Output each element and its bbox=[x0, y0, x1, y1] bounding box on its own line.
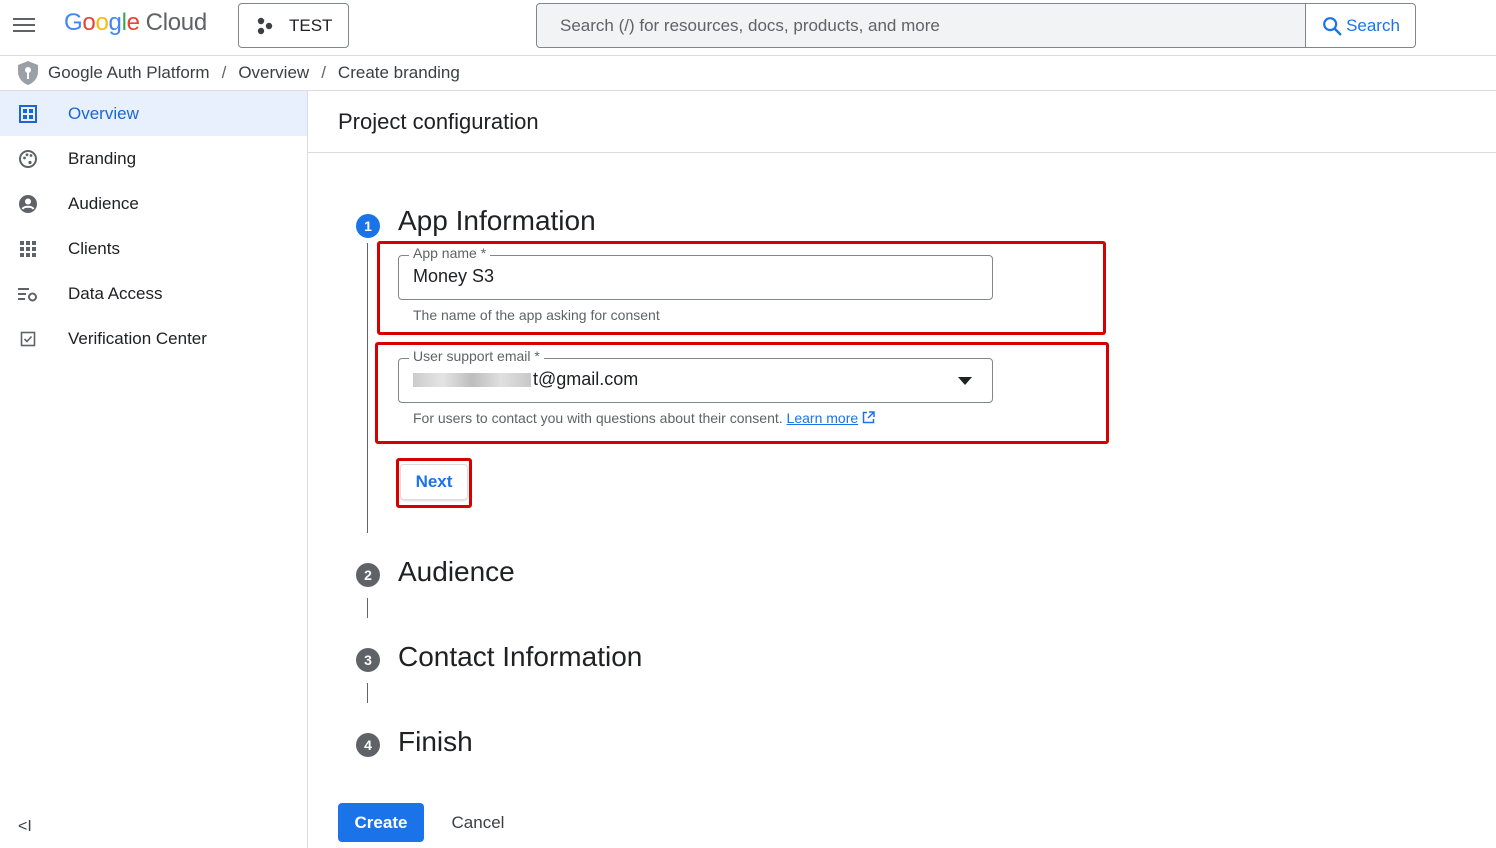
shield-key-icon bbox=[18, 61, 38, 85]
step-title-finish[interactable]: Finish bbox=[398, 726, 473, 758]
hamburger-menu-icon[interactable] bbox=[10, 14, 38, 40]
app-name-field[interactable]: App name * Money S3 bbox=[398, 245, 993, 300]
sidebar-item-label: Audience bbox=[68, 193, 139, 213]
support-email-select[interactable]: User support email * t@gmail.com bbox=[398, 348, 993, 403]
support-email-helper: For users to contact you with questions … bbox=[413, 410, 875, 426]
dashboard-icon bbox=[0, 104, 68, 123]
learn-more-link[interactable]: Learn more bbox=[787, 410, 859, 426]
sidebar-item-label: Data Access bbox=[68, 283, 163, 303]
step-connector bbox=[367, 243, 368, 533]
breadcrumb-separator: / bbox=[321, 63, 326, 82]
breadcrumb-separator: / bbox=[221, 63, 227, 82]
sidebar: Overview Branding Audience Clients Data … bbox=[0, 91, 308, 848]
search-input[interactable] bbox=[537, 4, 1305, 47]
dropdown-arrow-icon bbox=[958, 377, 972, 385]
sidebar-item-audience[interactable]: Audience bbox=[0, 181, 307, 226]
checkbox-icon bbox=[0, 331, 68, 347]
step-connector bbox=[367, 598, 368, 618]
step-number-4: 4 bbox=[356, 733, 380, 757]
create-button[interactable]: Create bbox=[338, 803, 424, 842]
collapse-sidebar-icon[interactable]: <I bbox=[18, 818, 32, 836]
breadcrumb-create-branding: Create branding bbox=[337, 63, 460, 82]
support-email-label: User support email * bbox=[409, 348, 544, 364]
step-title-app-information[interactable]: App Information bbox=[398, 205, 596, 237]
search-bar: Search bbox=[536, 3, 1416, 48]
sidebar-item-branding[interactable]: Branding bbox=[0, 136, 307, 181]
google-cloud-logo[interactable]: Google Cloud bbox=[64, 9, 207, 37]
search-button[interactable]: Search bbox=[1305, 4, 1415, 47]
step-number-1: 1 bbox=[356, 214, 380, 238]
app-name-label: App name * bbox=[409, 245, 491, 261]
sidebar-item-label: Overview bbox=[68, 103, 139, 123]
sidebar-item-label: Verification Center bbox=[68, 328, 207, 348]
top-bar: Google Cloud TEST Search bbox=[0, 0, 1496, 56]
page-title: Project configuration bbox=[308, 91, 1496, 153]
main-content: Project configuration 1 App Information … bbox=[308, 91, 1496, 848]
project-name: TEST bbox=[289, 15, 333, 35]
apps-grid-icon bbox=[0, 240, 68, 258]
search-button-label: Search bbox=[1346, 15, 1400, 35]
redacted-text bbox=[413, 373, 531, 388]
palette-icon bbox=[0, 149, 68, 169]
account-circle-icon bbox=[0, 194, 68, 214]
app-name-helper: The name of the app asking for consent bbox=[413, 307, 660, 323]
cancel-button[interactable]: Cancel bbox=[438, 803, 518, 842]
step-connector bbox=[367, 683, 368, 703]
step-number-2: 2 bbox=[356, 563, 380, 587]
sidebar-item-label: Branding bbox=[68, 148, 137, 168]
sidebar-item-overview[interactable]: Overview bbox=[0, 91, 307, 136]
support-email-value: t@gmail.com bbox=[413, 369, 638, 390]
breadcrumb-auth-platform[interactable]: Google Auth Platform bbox=[48, 63, 210, 83]
sidebar-item-clients[interactable]: Clients bbox=[0, 226, 307, 271]
breadcrumb-overview[interactable]: Overview bbox=[238, 63, 309, 83]
step-number-3: 3 bbox=[356, 648, 380, 672]
breadcrumb: Google Auth Platform / Overview / Create… bbox=[0, 56, 1496, 91]
step-title-contact-information[interactable]: Contact Information bbox=[398, 641, 642, 673]
project-picker-button[interactable]: TEST bbox=[238, 3, 349, 48]
search-icon bbox=[1323, 16, 1342, 35]
data-settings-icon bbox=[0, 285, 68, 303]
sidebar-item-data-access[interactable]: Data Access bbox=[0, 271, 307, 316]
app-name-value: Money S3 bbox=[413, 266, 495, 286]
next-button[interactable]: Next bbox=[400, 464, 468, 500]
project-dots-icon bbox=[257, 17, 273, 34]
sidebar-item-label: Clients bbox=[68, 238, 120, 258]
step-title-audience[interactable]: Audience bbox=[398, 556, 515, 588]
sidebar-item-verification-center[interactable]: Verification Center bbox=[0, 316, 307, 361]
external-link-icon[interactable] bbox=[862, 411, 875, 424]
